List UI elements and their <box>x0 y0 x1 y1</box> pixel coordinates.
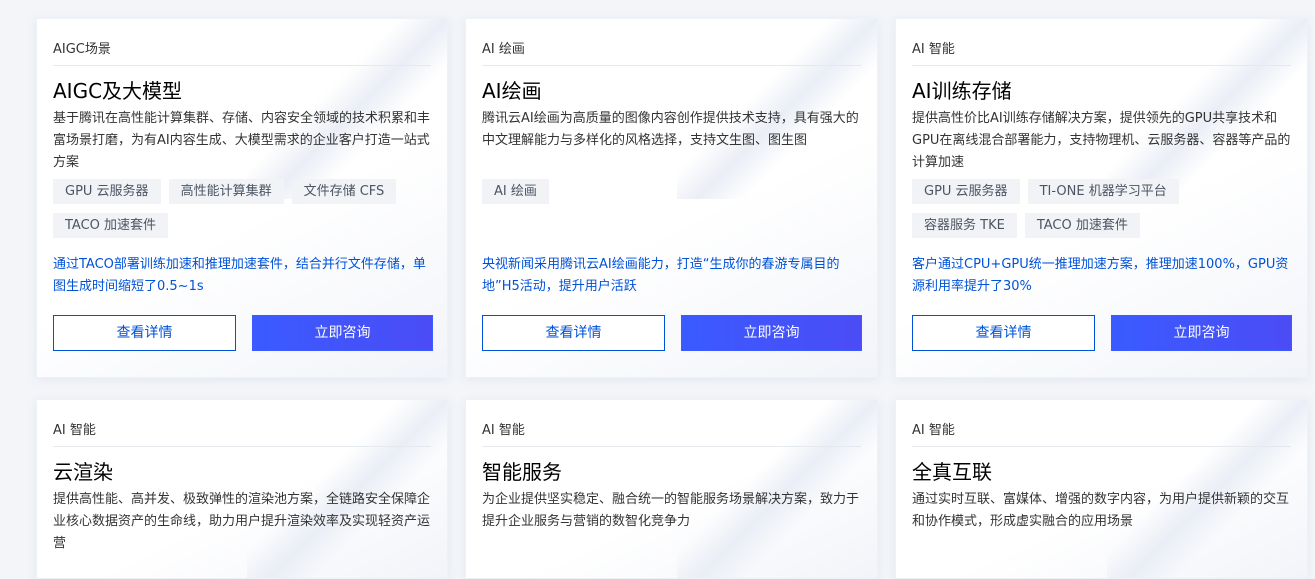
card-category: AI 智能 <box>912 19 1291 66</box>
product-tag[interactable]: TACO 加速套件 <box>53 213 169 238</box>
card-actions: 查看详情 立即咨询 <box>912 315 1292 351</box>
case-highlight: 通过TACO部署训练加速和推理加速套件，结合并行文件存储，单图生成时间缩短了0.… <box>53 257 426 294</box>
solution-card-cloud-rendering[interactable]: AI 智能 云渲染 提供高性能、高并发、极致弹性的渲染池方案，全链路安全保障企业… <box>36 399 448 579</box>
card-title[interactable]: AI训练存储 <box>912 78 1291 104</box>
card-title[interactable]: 全真互联 <box>912 459 1291 485</box>
card-title[interactable]: AIGC及大模型 <box>53 78 431 104</box>
solution-card-aigc[interactable]: AIGC场景 AIGC及大模型 基于腾讯在高性能计算集群、存储、内容安全领域的技… <box>36 18 448 378</box>
view-details-button[interactable]: 查看详情 <box>482 315 665 351</box>
card-description: 腾讯云AI绘画为高质量的图像内容创作提供技术支持，具有强大的中文理解能力与多样化… <box>482 111 859 148</box>
card-category: AI 智能 <box>912 400 1291 447</box>
solution-card-ai-training-storage[interactable]: AI 智能 AI训练存储 提供高性价比AI训练存储解决方案，提供领先的GPU共享… <box>895 18 1308 378</box>
product-tags: GPU 云服务器 高性能计算集群 文件存储 CFS TACO 加速套件 <box>53 179 431 253</box>
card-category: AIGC场景 <box>53 19 431 66</box>
card-title[interactable]: 云渲染 <box>53 459 431 485</box>
card-description: 基于腾讯在高性能计算集群、存储、内容安全领域的技术积累和丰富场景打磨，为有AI内… <box>53 111 431 170</box>
product-tag[interactable]: GPU 云服务器 <box>912 179 1020 204</box>
product-tag[interactable]: TACO 加速套件 <box>1024 213 1140 238</box>
product-tag[interactable]: 容器服务 TKE <box>912 213 1017 238</box>
case-highlight: 央视新闻采用腾讯云AI绘画能力，打造“生成你的春游专属目的地”H5活动，提升用户… <box>482 257 840 294</box>
solution-card-full-real-interconnect[interactable]: AI 智能 全真互联 通过实时互联、富媒体、增强的数字内容，为用户提供新颖的交互… <box>895 399 1308 579</box>
product-tag[interactable]: 高性能计算集群 <box>168 179 284 204</box>
card-category: AI 智能 <box>53 400 431 447</box>
card-category: AI 绘画 <box>482 19 861 66</box>
product-tag[interactable]: AI 绘画 <box>482 179 549 204</box>
consult-now-button[interactable]: 立即咨询 <box>1111 315 1292 351</box>
product-tag[interactable]: GPU 云服务器 <box>53 179 161 204</box>
card-description: 为企业提供坚实稳定、融合统一的智能服务场景解决方案，致力于提升企业服务与营销的数… <box>482 492 860 529</box>
product-tag[interactable]: 文件存储 CFS <box>291 179 397 204</box>
card-title[interactable]: 智能服务 <box>482 459 861 485</box>
view-details-button[interactable]: 查看详情 <box>53 315 236 351</box>
view-details-button[interactable]: 查看详情 <box>912 315 1095 351</box>
case-highlight: 客户通过CPU+GPU统一推理加速方案，推理加速100%，GPU资源利用率提升了… <box>912 257 1289 294</box>
card-description: 提供高性价比AI训练存储解决方案，提供领先的GPU共享技术和GPU在离线混合部署… <box>912 111 1291 170</box>
consult-now-button[interactable]: 立即咨询 <box>252 315 433 351</box>
card-actions: 查看详情 立即咨询 <box>482 315 862 351</box>
card-category: AI 智能 <box>482 400 861 447</box>
product-tag[interactable]: TI-ONE 机器学习平台 <box>1027 179 1179 204</box>
card-description: 提供高性能、高并发、极致弹性的渲染池方案，全链路安全保障企业核心数据资产的生命线… <box>53 492 431 551</box>
solution-card-smart-service[interactable]: AI 智能 智能服务 为企业提供坚实稳定、融合统一的智能服务场景解决方案，致力于… <box>465 399 878 579</box>
product-tags: GPU 云服务器 TI-ONE 机器学习平台 容器服务 TKE TACO 加速套件 <box>912 179 1291 253</box>
card-actions: 查看详情 立即咨询 <box>53 315 433 351</box>
consult-now-button[interactable]: 立即咨询 <box>681 315 862 351</box>
product-tags: AI 绘画 <box>482 179 861 253</box>
solution-card-ai-painting[interactable]: AI 绘画 AI绘画 腾讯云AI绘画为高质量的图像内容创作提供技术支持，具有强大… <box>465 18 878 378</box>
card-title[interactable]: AI绘画 <box>482 78 861 104</box>
card-description: 通过实时互联、富媒体、增强的数字内容，为用户提供新颖的交互和协作模式，形成虚实融… <box>912 492 1290 529</box>
